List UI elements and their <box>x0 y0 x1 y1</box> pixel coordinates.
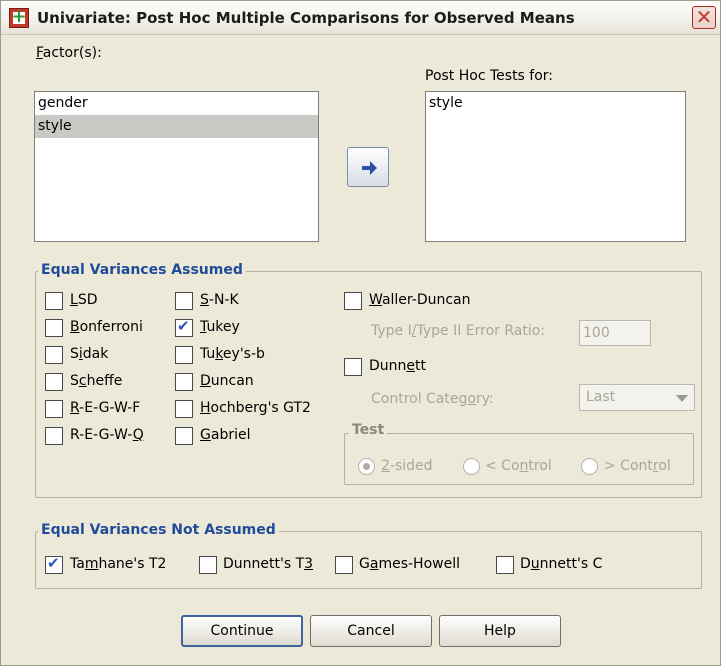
bonferroni-label: Bonferroni <box>70 319 143 335</box>
tukeys-b-label: Tukey's-b <box>200 346 265 362</box>
dialog-window: Univariate: Post Hoc Multiple Comparison… <box>0 0 721 666</box>
scheffe-checkbox[interactable] <box>45 373 63 391</box>
cancel-button[interactable]: Cancel <box>310 615 432 647</box>
duncan-checkbox[interactable] <box>175 373 193 391</box>
dunnetts-c-label: Dunnett's C <box>520 556 603 572</box>
posthoc-tests-label: Post Hoc Tests for: <box>425 68 554 84</box>
factor-item-style[interactable]: style <box>35 115 318 138</box>
posthoc-listbox[interactable]: style <box>425 91 686 242</box>
factor-item-gender[interactable]: gender <box>35 92 318 115</box>
scheffe-label: Scheffe <box>70 373 123 389</box>
move-to-posthoc-button[interactable] <box>347 147 389 187</box>
tukeys-b-checkbox[interactable] <box>175 346 193 364</box>
regwq-checkbox[interactable] <box>45 427 63 445</box>
close-button[interactable]: ✕ <box>692 6 716 29</box>
hochberg-gt2-checkbox[interactable] <box>175 400 193 418</box>
greater-than-control-radio[interactable] <box>581 458 598 475</box>
snk-label: S-N-K <box>200 292 239 308</box>
dunnett-checkbox[interactable] <box>344 358 362 376</box>
lsd-label: LSD <box>70 292 98 308</box>
tukey-label: Tukey <box>200 319 240 335</box>
games-howell-label: Games-Howell <box>359 556 460 572</box>
error-ratio-input[interactable]: 100 <box>579 320 651 346</box>
waller-duncan-checkbox[interactable] <box>344 292 362 310</box>
control-category-value: Last <box>586 389 616 405</box>
two-sided-radio[interactable] <box>358 458 375 475</box>
dialog-title: Univariate: Post Hoc Multiple Comparison… <box>37 9 575 27</box>
dunnett-label: Dunnett <box>369 358 427 374</box>
regwq-label: R-E-G-W-Q <box>70 427 144 443</box>
title-bar: Univariate: Post Hoc Multiple Comparison… <box>1 1 720 35</box>
gabriel-checkbox[interactable] <box>175 427 193 445</box>
equal-variances-assumed-title: Equal Variances Assumed <box>38 262 246 278</box>
control-category-label: Control Category: <box>371 391 494 407</box>
test-group-title: Test <box>349 422 388 438</box>
dunnetts-t3-checkbox[interactable] <box>199 556 217 574</box>
control-category-select[interactable]: Last <box>579 384 695 411</box>
factors-listbox[interactable]: gender style <box>34 91 319 242</box>
arrow-right-icon <box>362 161 377 175</box>
tukey-checkbox[interactable] <box>175 317 193 337</box>
equal-variances-not-assumed-title: Equal Variances Not Assumed <box>38 522 279 538</box>
regwf-checkbox[interactable] <box>45 400 63 418</box>
dunnetts-t3-label: Dunnett's T3 <box>223 556 314 572</box>
less-than-control-radio[interactable] <box>463 458 480 475</box>
help-button[interactable]: Help <box>439 615 561 647</box>
less-than-control-label: < Control <box>485 458 552 474</box>
duncan-label: Duncan <box>200 373 254 389</box>
factors-label: Factor(s): <box>36 45 102 61</box>
chevron-down-icon <box>676 395 688 402</box>
sidak-label: Sidak <box>70 346 109 362</box>
posthoc-item-style[interactable]: style <box>426 92 685 115</box>
bonferroni-checkbox[interactable] <box>45 319 63 337</box>
games-howell-checkbox[interactable] <box>335 556 353 574</box>
spss-app-icon <box>9 6 29 28</box>
greater-than-control-label: > Control <box>604 458 671 474</box>
lsd-checkbox[interactable] <box>45 292 63 310</box>
two-sided-label: 2-sided <box>381 458 433 474</box>
tamhanes-t2-label: Tamhane's T2 <box>70 556 167 572</box>
waller-duncan-label: Waller-Duncan <box>369 292 471 308</box>
regwf-label: R-E-G-W-F <box>70 400 141 416</box>
tamhanes-t2-checkbox[interactable] <box>45 554 63 574</box>
snk-checkbox[interactable] <box>175 292 193 310</box>
hochberg-gt2-label: Hochberg's GT2 <box>200 400 311 416</box>
gabriel-label: Gabriel <box>200 427 251 443</box>
continue-button[interactable]: Continue <box>181 615 303 647</box>
error-ratio-label: Type I/Type II Error Ratio: <box>371 323 546 339</box>
dunnetts-c-checkbox[interactable] <box>496 556 514 574</box>
sidak-checkbox[interactable] <box>45 346 63 364</box>
